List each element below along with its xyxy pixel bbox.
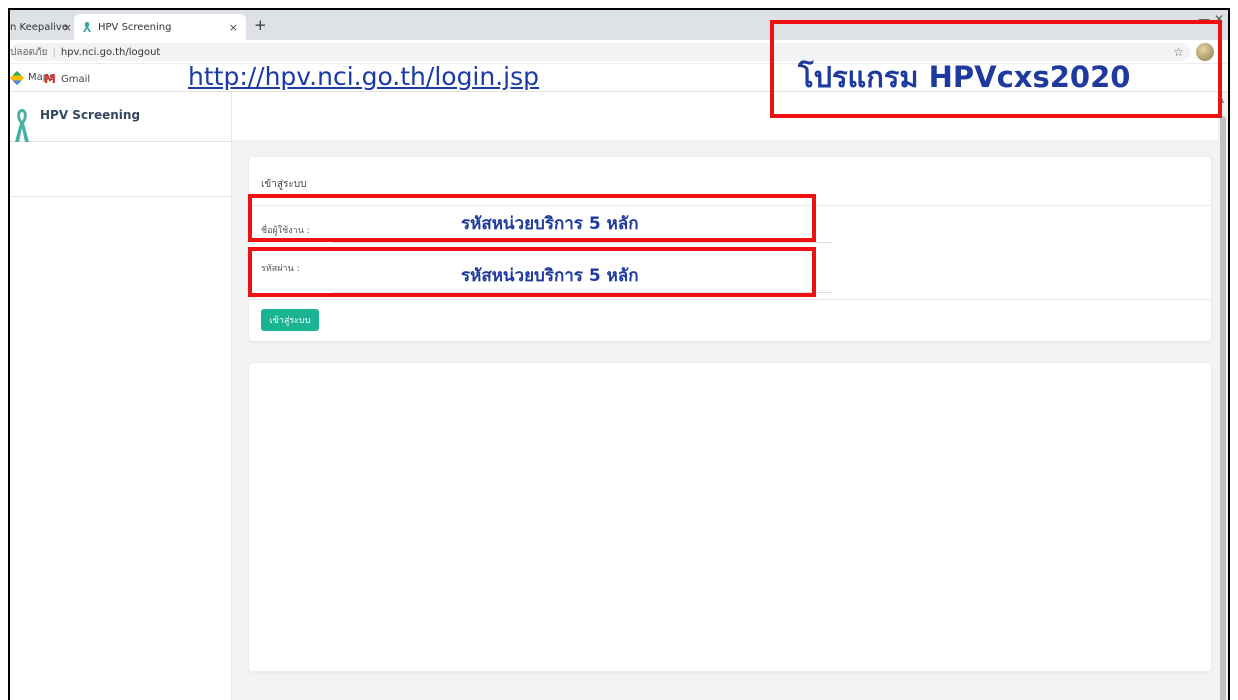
brand-title: HPV Screening (40, 108, 141, 122)
login-url-annotation[interactable]: http://hpv.nci.go.th/login.jsp (188, 62, 539, 91)
tab-keepalive[interactable]: n Keepalive × (10, 14, 74, 40)
password-hint-annotation: รหัสหน่วยบริการ 5 หลัก (461, 266, 639, 286)
username-hint-annotation: รหัสหน่วยบริการ 5 หลัก (461, 214, 639, 234)
scrollbar-thumb[interactable] (1220, 116, 1226, 700)
secure-label: ปลอดภัย (10, 46, 48, 58)
program-name-annotation: โปรแกรม HPVcxs2020 (798, 60, 1131, 94)
main-content: เข้าสู่ระบบ ชื่อผู้ใช้งาน : รหัสผ่าน : เ… (232, 92, 1228, 700)
maps-icon (10, 70, 25, 85)
brand[interactable]: HPV Screening (10, 92, 232, 142)
bookmark-gmail[interactable]: M Gmail (44, 72, 90, 86)
tab-title: HPV Screening (98, 21, 172, 33)
url-text: hpv.nci.go.th/logout (60, 46, 161, 58)
bookmark-label: Gmail (60, 73, 91, 85)
awareness-ribbon-icon (15, 109, 29, 142)
tab-hpv-screening[interactable]: HPV Screening × (74, 14, 246, 40)
gmail-icon: M (44, 72, 56, 86)
new-tab-button[interactable]: + (254, 16, 267, 34)
sidebar-divider (10, 196, 232, 197)
tab-close-icon[interactable]: × (63, 21, 72, 34)
tab-title: n Keepalive (10, 21, 68, 33)
content-panel (248, 362, 1212, 672)
login-card-title: เข้าสู่ระบบ (261, 179, 307, 190)
separator: | (52, 46, 56, 58)
divider (249, 299, 1211, 300)
tab-close-icon[interactable]: × (229, 21, 238, 34)
login-button[interactable]: เข้าสู่ระบบ (261, 309, 319, 331)
sidebar: HPV Screening (10, 92, 232, 700)
ribbon-favicon-icon (83, 22, 91, 32)
page-scrollbar[interactable]: ▲ (1218, 92, 1228, 700)
